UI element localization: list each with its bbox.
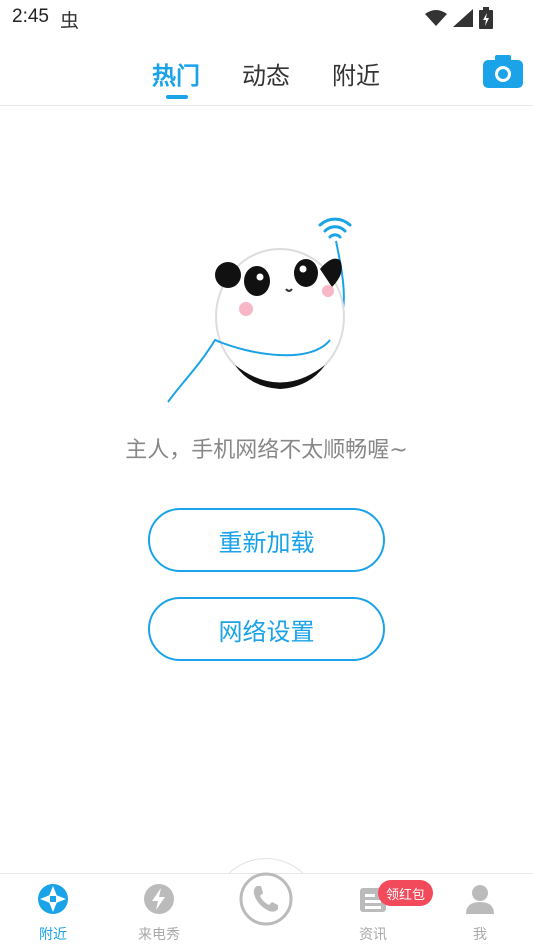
aperture-icon [38, 884, 68, 914]
status-time: 2:45 [12, 6, 49, 27]
network-error-message: 主人，手机网络不太顺畅喔~ [125, 438, 408, 463]
tab-nearby[interactable]: 附近 [332, 56, 380, 91]
red-packet-badge[interactable]: 领红包 [378, 880, 434, 906]
nav-label-nearby: 附近 [39, 927, 67, 943]
tab-updates[interactable]: 动态 [242, 56, 290, 91]
status-icons [425, 7, 493, 29]
nav-label-me: 我 [473, 927, 487, 943]
person-icon [466, 885, 494, 914]
network-settings-button[interactable]: 网络设置 [148, 597, 385, 661]
wifi-icon [425, 10, 447, 26]
nav-label-news: 资讯 [359, 927, 387, 943]
tab-hot[interactable]: 热门 [152, 56, 200, 91]
nav-label-call-show: 来电秀 [138, 927, 180, 943]
reload-button[interactable]: 重新加载 [148, 508, 385, 572]
top-tab-bar: 热门 动态 附近 [0, 36, 533, 106]
active-tab-indicator [166, 95, 188, 99]
nav-item-me[interactable]: 我 [440, 882, 520, 944]
phone-icon[interactable] [239, 872, 293, 926]
bug-icon: 虫 [60, 10, 80, 32]
nav-item-nearby[interactable]: 附近 [13, 882, 93, 944]
camera-icon[interactable] [483, 54, 523, 88]
battery-icon [479, 7, 493, 29]
signal-icon [453, 9, 473, 27]
lightning-icon [144, 884, 174, 914]
panda-no-network-illustration [167, 217, 352, 403]
wifi-signal-icon [318, 217, 352, 239]
nav-item-call-show[interactable]: 来电秀 [119, 882, 199, 944]
status-bar: 2:45 虫 [0, 0, 533, 36]
